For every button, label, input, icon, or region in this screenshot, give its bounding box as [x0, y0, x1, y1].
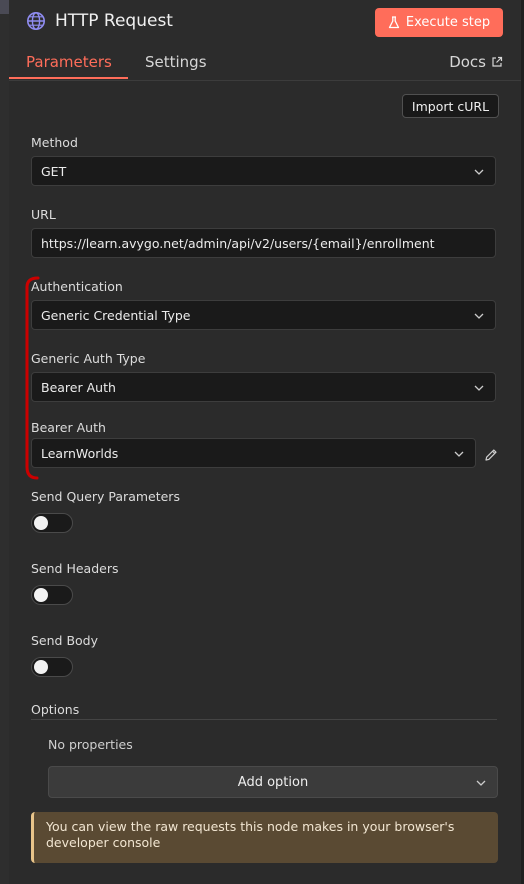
external-link-icon [492, 56, 503, 67]
options-label: Options [31, 702, 80, 717]
globe-icon [27, 12, 45, 30]
method-select[interactable]: GET [31, 156, 496, 186]
url-input[interactable]: https://learn.avygo.net/admin/api/v2/use… [31, 228, 496, 258]
send-query-toggle[interactable] [31, 513, 73, 533]
generic-auth-type-label: Generic Auth Type [31, 351, 146, 366]
panel-header: HTTP Request Execute step [9, 0, 521, 44]
canvas-edge-top [0, 0, 9, 14]
url-value: https://learn.avygo.net/admin/api/v2/use… [41, 235, 435, 251]
authentication-select[interactable]: Generic Credential Type [31, 300, 496, 330]
send-query-label: Send Query Parameters [31, 489, 180, 504]
info-notice: You can view the raw requests this node … [31, 812, 498, 863]
send-headers-label: Send Headers [31, 561, 119, 576]
toggle-knob [34, 660, 48, 674]
node-title: HTTP Request [55, 11, 173, 31]
send-body-label: Send Body [31, 633, 99, 648]
tab-parameters[interactable]: Parameters [26, 53, 112, 71]
flask-icon [388, 16, 400, 29]
toggle-knob [34, 588, 48, 602]
send-headers-toggle[interactable] [31, 585, 73, 605]
parameters-content: Import cURL Method GET URL https://learn… [9, 81, 521, 884]
method-value: GET [41, 163, 67, 179]
execute-step-label: Execute step [405, 15, 491, 30]
send-body-toggle[interactable] [31, 657, 73, 677]
add-option-label: Add option [237, 774, 309, 790]
add-option-button[interactable]: Add option [48, 766, 498, 798]
generic-auth-type-value: Bearer Auth [41, 379, 116, 395]
chevron-down-icon [476, 780, 486, 786]
pencil-icon[interactable] [483, 447, 499, 463]
active-tab-indicator [9, 77, 128, 79]
generic-auth-type-select[interactable]: Bearer Auth [31, 372, 496, 402]
tab-bar: Parameters Settings Docs [9, 44, 521, 81]
toggle-knob [34, 516, 48, 530]
execute-step-button[interactable]: Execute step [375, 8, 503, 37]
authentication-label: Authentication [31, 279, 123, 294]
chevron-down-icon [474, 313, 484, 319]
options-divider [31, 719, 497, 720]
canvas-edge [0, 0, 9, 884]
no-properties-text: No properties [48, 737, 133, 752]
node-panel: HTTP Request Execute step Parameters Set… [9, 0, 521, 884]
authentication-value: Generic Credential Type [41, 307, 191, 323]
annotation-bracket [25, 276, 40, 480]
method-label: Method [31, 135, 78, 150]
tab-settings[interactable]: Settings [145, 53, 207, 71]
bearer-auth-value: LearnWorlds [41, 445, 119, 461]
url-label: URL [31, 207, 56, 222]
tab-docs[interactable]: Docs [449, 53, 503, 71]
chevron-down-icon [474, 169, 484, 175]
chevron-down-icon [474, 385, 484, 391]
chevron-down-icon [454, 451, 464, 457]
tab-docs-label: Docs [449, 53, 486, 71]
import-curl-button[interactable]: Import cURL [402, 94, 499, 118]
bearer-auth-select[interactable]: LearnWorlds [31, 438, 476, 468]
